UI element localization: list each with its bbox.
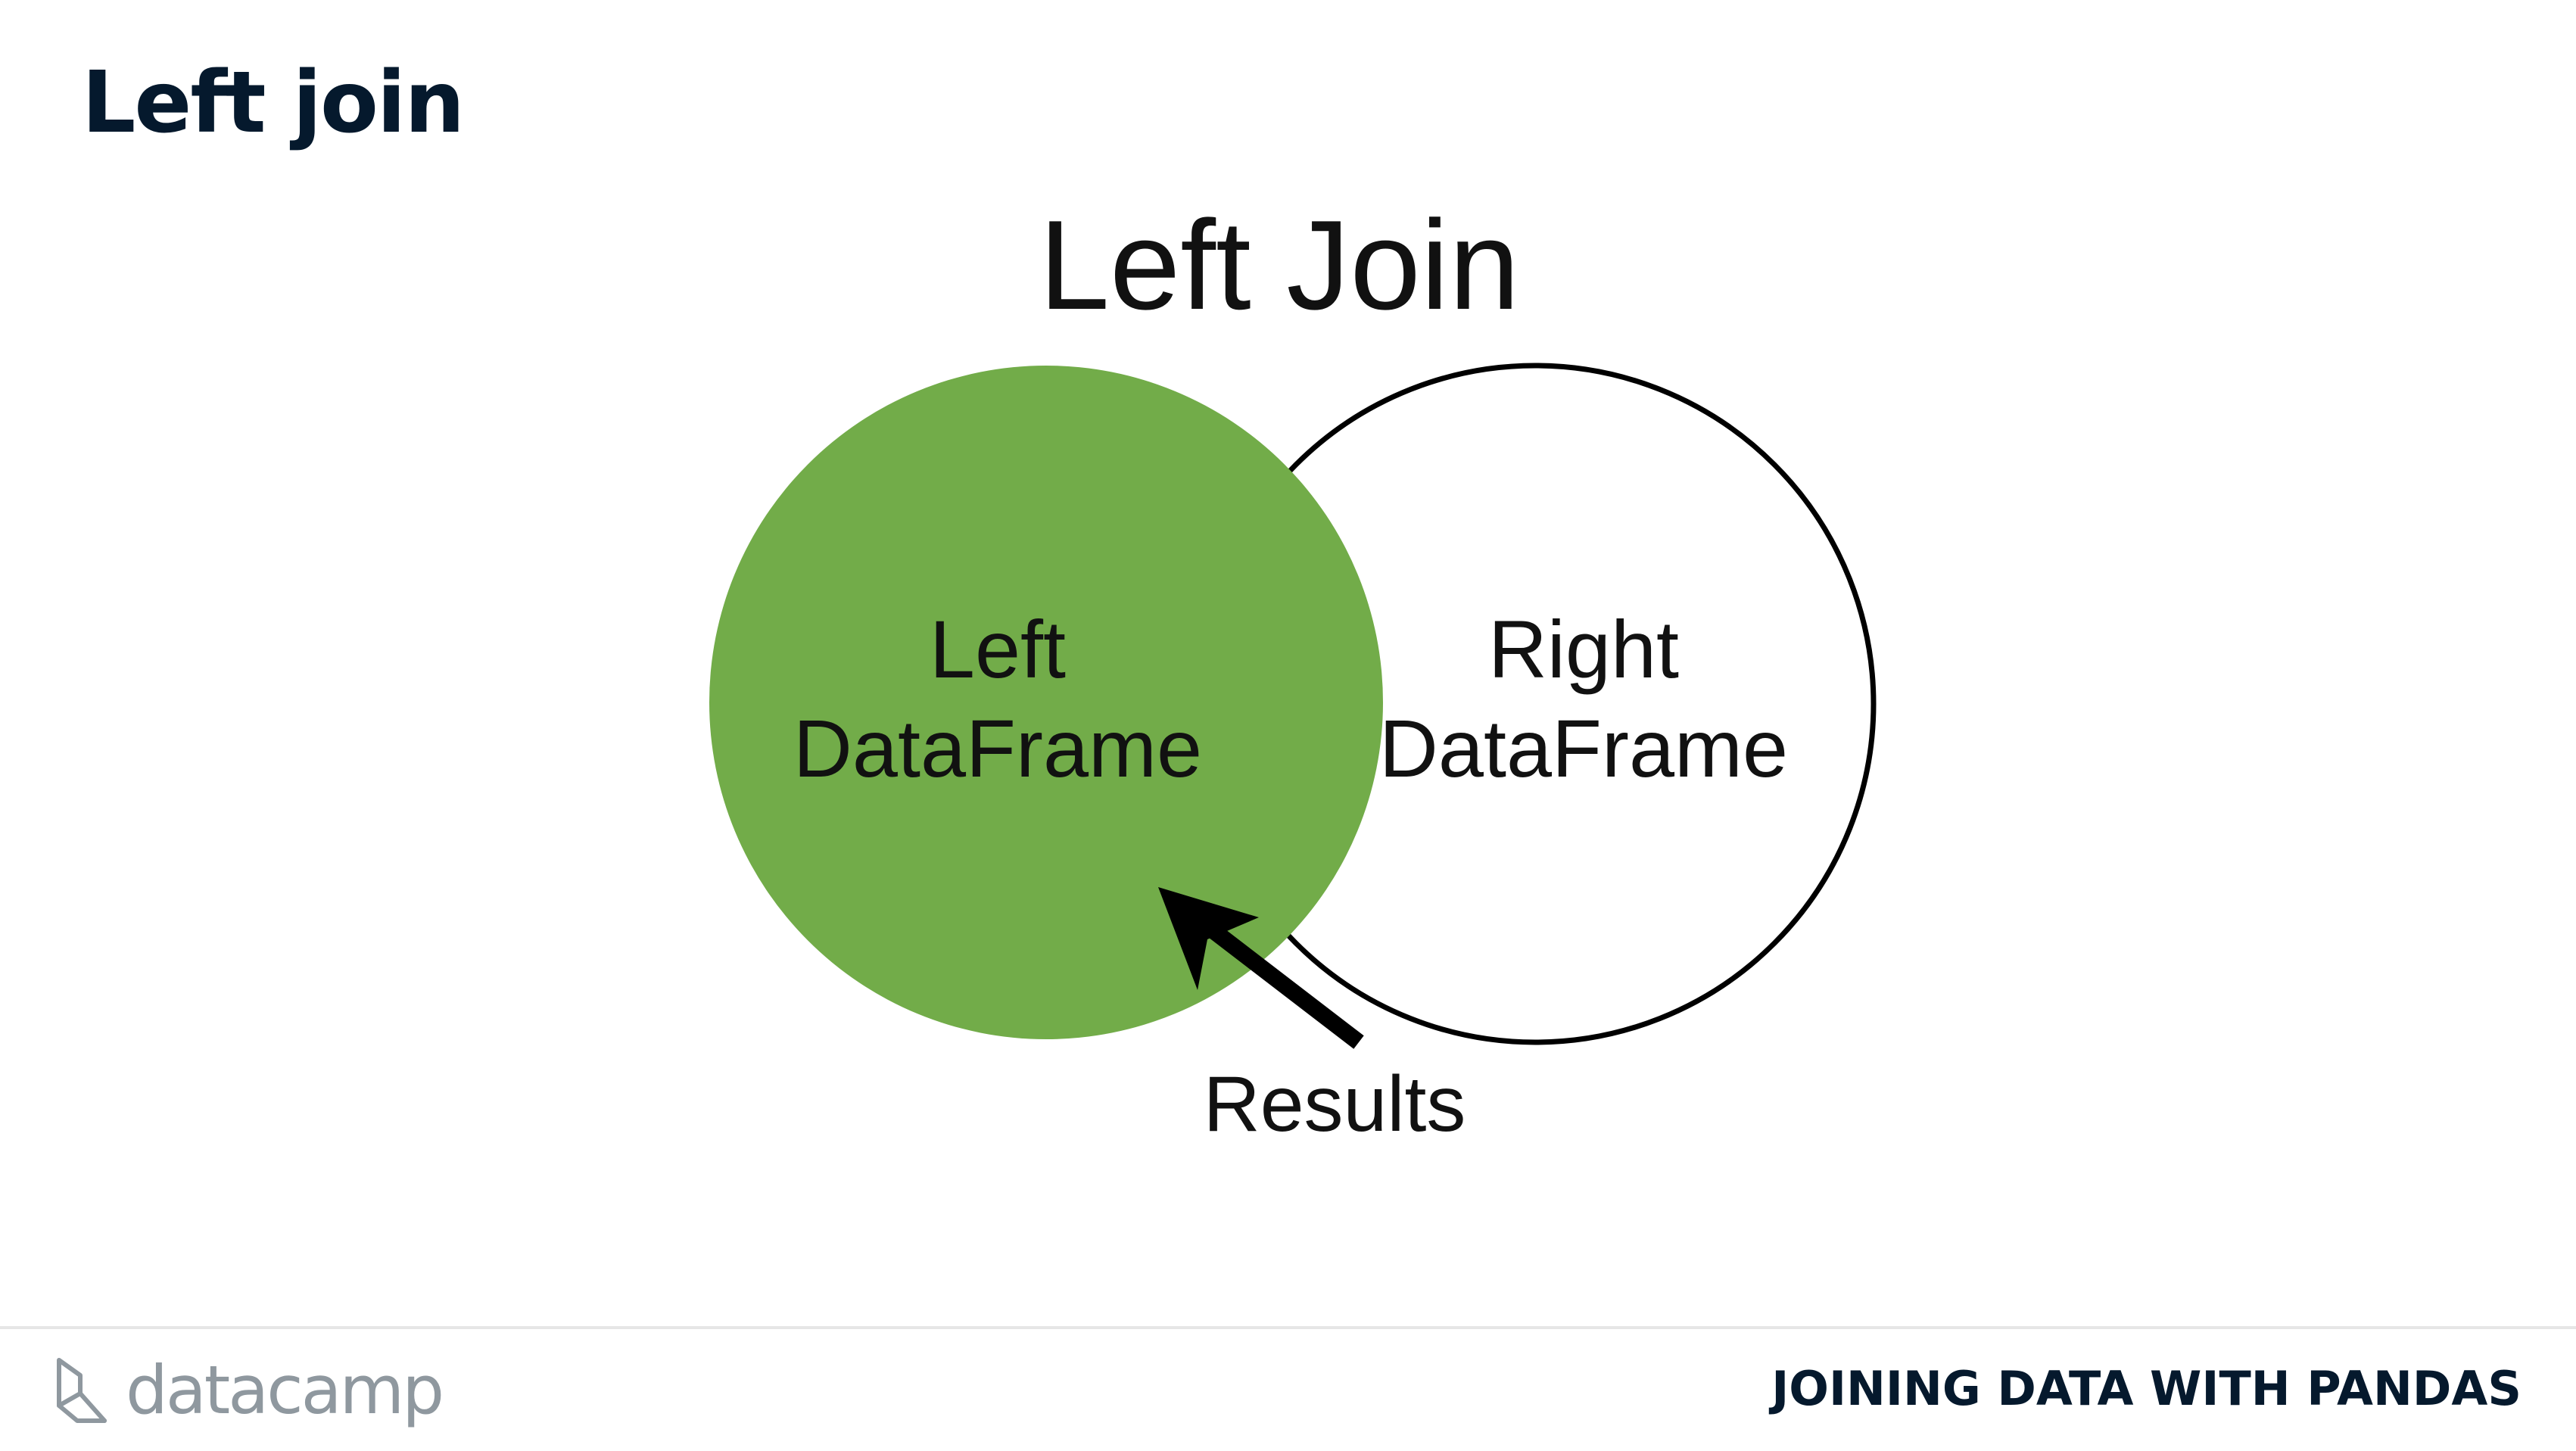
left-circle-label-line1: Left — [930, 603, 1066, 695]
results-label: Results — [1204, 1060, 1466, 1148]
left-circle-label-line2: DataFrame — [793, 702, 1202, 794]
course-title: JOINING DATA WITH PANDAS — [1771, 1361, 2521, 1416]
right-circle-label-line2: DataFrame — [1379, 702, 1788, 794]
footer-divider — [0, 1326, 2576, 1329]
diagram-title: Left Join — [1039, 194, 1519, 336]
datacamp-logo: datacamp — [55, 1349, 444, 1432]
venn-diagram: Left Join Left DataFrame Right DataFrame… — [709, 194, 1877, 1148]
datacamp-logo-text: datacamp — [126, 1351, 444, 1429]
right-circle-label-line1: Right — [1488, 603, 1679, 695]
datacamp-logo-icon — [57, 1358, 107, 1423]
